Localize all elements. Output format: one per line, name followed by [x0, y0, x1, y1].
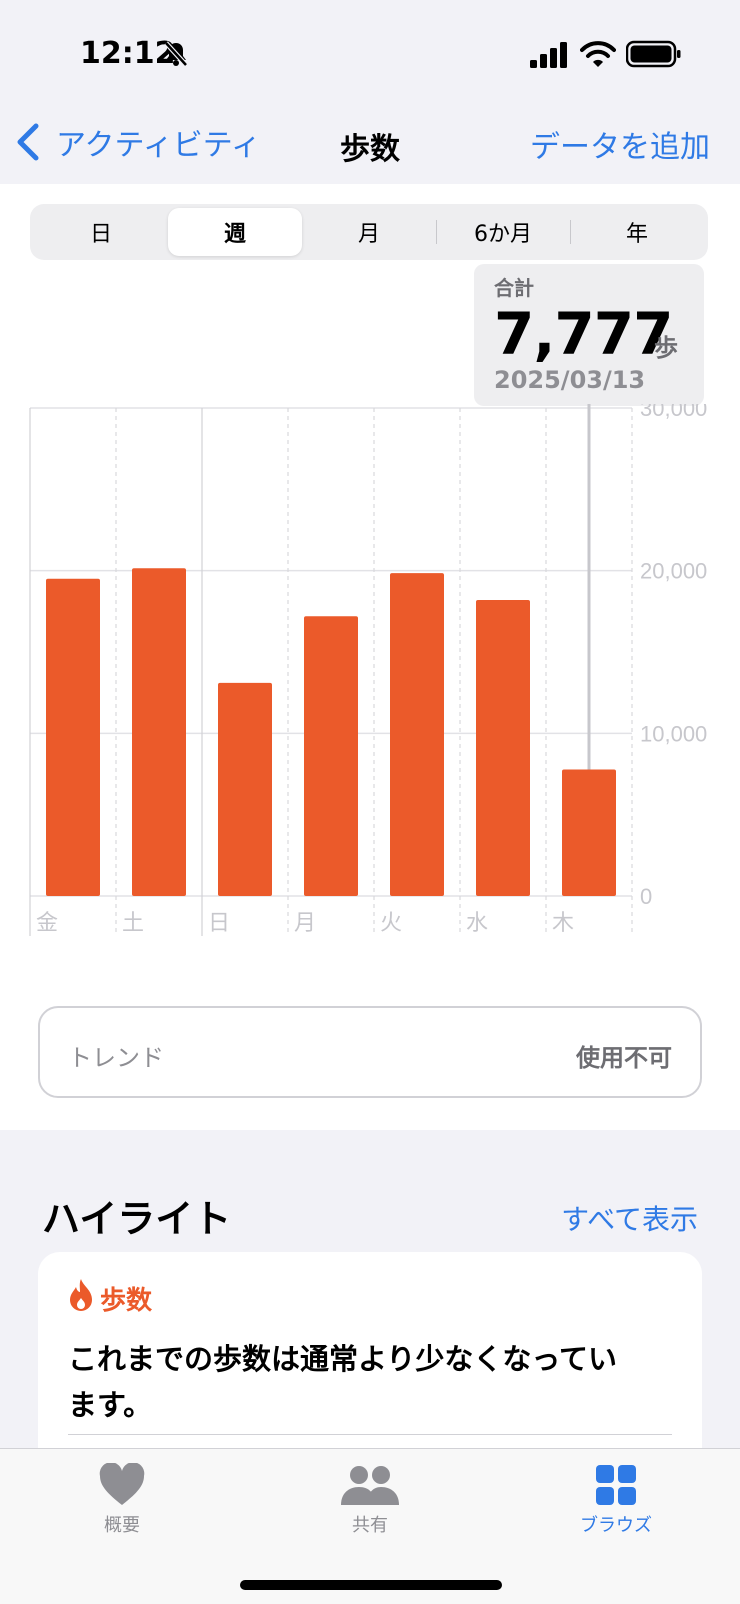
bar-月 — [304, 616, 358, 896]
steps-bar-chart[interactable]: 0 10,000 20,000 30,000 金 土 日 月 火 水 木 — [0, 404, 740, 944]
segment-6-months[interactable]: 6か月 — [436, 208, 570, 256]
bar-火 — [390, 573, 444, 896]
bar-水 — [476, 599, 530, 896]
y-tick-label: 20,000 — [640, 559, 707, 584]
flame-icon — [70, 1279, 92, 1311]
back-button[interactable]: アクティビティ — [14, 118, 261, 166]
divider — [68, 1434, 672, 1435]
x-tick-label: 月 — [294, 910, 316, 935]
tab-sharing-label: 共有 — [352, 1515, 388, 1536]
x-tick-label: 火 — [380, 910, 402, 935]
trend-label: トレンド — [68, 1044, 164, 1072]
bell-slash-icon — [164, 41, 188, 67]
tab-sharing[interactable]: 共有 — [300, 1459, 440, 1549]
chevron-left-icon — [17, 123, 39, 161]
x-tick-label: 日 — [208, 910, 230, 935]
bar-日 — [218, 682, 272, 896]
grid-icon — [596, 1465, 636, 1505]
x-tick-label: 土 — [122, 910, 144, 935]
add-data-button[interactable]: データを追加 — [530, 122, 710, 166]
x-tick-label: 木 — [552, 910, 574, 935]
bar-金 — [46, 578, 100, 896]
bar-木 — [562, 769, 616, 896]
people-icon — [341, 1466, 399, 1505]
callout-value: 7,777 — [494, 300, 673, 368]
trend-value: 使用不可 — [576, 1044, 672, 1072]
period-segmented-control: 日 週 月 6か月 年 — [30, 204, 708, 260]
home-indicator — [240, 1580, 502, 1590]
back-label: アクティビティ — [56, 128, 261, 163]
segment-month[interactable]: 月 — [302, 208, 436, 256]
callout-date: 2025/03/13 — [494, 366, 646, 394]
y-tick-label: 0 — [640, 884, 652, 909]
steps-chart-card: 日 週 月 6か月 年 合計 7,777 歩 2025/03/13 0 10,00… — [0, 184, 740, 1130]
tab-browse[interactable]: ブラウズ — [546, 1459, 686, 1549]
y-tick-label: 10,000 — [640, 721, 707, 746]
highlight-message: これまでの歩数は通常より少なくなっています。 — [68, 1342, 617, 1422]
status-bar: 12:12 — [0, 0, 740, 100]
callout-label: 合計 — [494, 276, 534, 300]
heart-icon — [99, 1463, 145, 1505]
tab-browse-label: ブラウズ — [580, 1515, 652, 1536]
show-all-button[interactable]: すべて表示 — [561, 1198, 698, 1238]
x-tick-label: 水 — [466, 910, 488, 935]
cellular-signal-icon — [530, 42, 567, 68]
navigation-bar: アクティビティ 歩数 データを追加 — [0, 100, 740, 184]
wifi-icon — [580, 41, 616, 67]
tab-summary-label: 概要 — [104, 1515, 140, 1536]
battery-icon — [626, 40, 681, 68]
highlights-heading: ハイライト — [42, 1197, 232, 1241]
segment-week[interactable]: 週 — [168, 208, 302, 256]
trend-row[interactable]: トレンド 使用不可 — [38, 1006, 702, 1098]
highlight-category: 歩数 — [100, 1286, 153, 1316]
bar-土 — [132, 568, 186, 896]
tab-summary[interactable]: 概要 — [52, 1459, 192, 1549]
segment-year[interactable]: 年 — [570, 208, 704, 256]
callout-unit: 歩 — [654, 334, 678, 362]
x-tick-label: 金 — [36, 910, 58, 935]
segment-day[interactable]: 日 — [34, 208, 168, 256]
selection-callout: 合計 7,777 歩 2025/03/13 — [474, 264, 704, 406]
y-tick-label: 30,000 — [640, 404, 707, 421]
